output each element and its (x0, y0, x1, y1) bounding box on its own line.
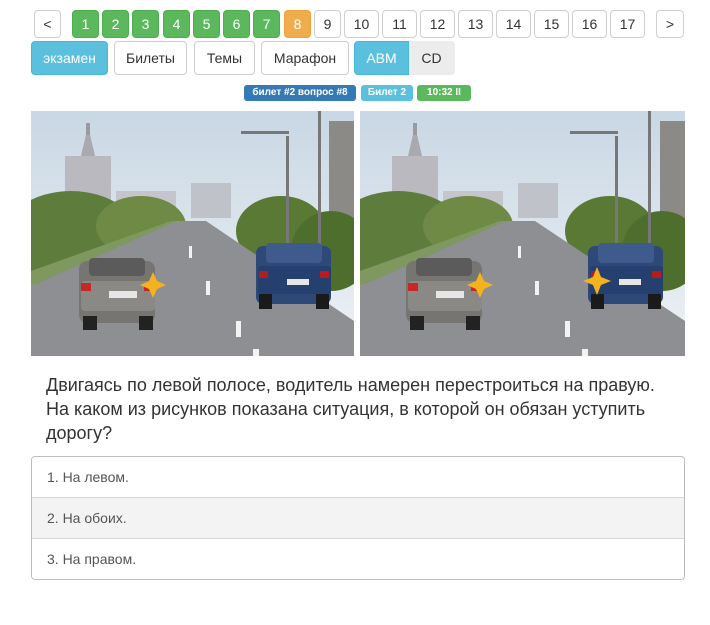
question-14-button[interactable]: 14 (496, 10, 531, 38)
answer-option-2[interactable]: 2. На обоих. (32, 498, 684, 539)
next-page-button[interactable]: > (656, 10, 684, 38)
left-road-scene (31, 111, 354, 356)
question-7-button[interactable]: 7 (253, 10, 280, 38)
question-3-button[interactable]: 3 (132, 10, 159, 38)
question-9-button[interactable]: 9 (314, 10, 341, 38)
question-11-button[interactable]: 11 (382, 10, 417, 38)
left-situation-image (31, 111, 354, 356)
timer-badge[interactable]: 10:32 II (417, 85, 471, 101)
question-16-button[interactable]: 16 (572, 10, 607, 38)
question-1-button[interactable]: 1 (72, 10, 99, 38)
category-cd-button[interactable]: CD (409, 41, 455, 75)
question-15-button[interactable]: 15 (534, 10, 569, 38)
question-13-button[interactable]: 13 (458, 10, 493, 38)
right-situation-image (360, 111, 685, 356)
question-8-button[interactable]: 8 (284, 10, 311, 38)
topics-mode-button[interactable]: Темы (194, 41, 255, 75)
right-road-scene (360, 111, 685, 356)
tickets-mode-button[interactable]: Билеты (114, 41, 187, 75)
ticket-badge: Билет 2 (361, 85, 413, 101)
category-abm-button[interactable]: ABM (354, 41, 409, 75)
question-17-button[interactable]: 17 (610, 10, 645, 38)
question-text: Двигаясь по левой полосе, водитель намер… (46, 375, 655, 443)
prev-page-button[interactable]: < (34, 10, 61, 38)
answer-list: 1. На левом. 2. На обоих. 3. На правом. (31, 456, 685, 580)
question-4-button[interactable]: 4 (163, 10, 190, 38)
mode-toolbar: экзамен Билеты Темы Марафон ABM CD (31, 41, 671, 75)
answer-option-1[interactable]: 1. На левом. (32, 457, 684, 498)
answer-option-3[interactable]: 3. На правом. (32, 539, 684, 579)
question-5-button[interactable]: 5 (193, 10, 220, 38)
marathon-mode-button[interactable]: Марафон (261, 41, 349, 75)
ticket-question-badge: билет #2 вопрос #8 (244, 85, 356, 101)
exam-mode-button[interactable]: экзамен (31, 41, 108, 75)
question-2-button[interactable]: 2 (102, 10, 129, 38)
question-10-button[interactable]: 10 (344, 10, 379, 38)
question-pagination: < 1 2 3 4 5 6 7 8 9 10 11 12 13 14 15 16… (34, 10, 684, 38)
question-6-button[interactable]: 6 (223, 10, 250, 38)
question-12-button[interactable]: 12 (420, 10, 455, 38)
